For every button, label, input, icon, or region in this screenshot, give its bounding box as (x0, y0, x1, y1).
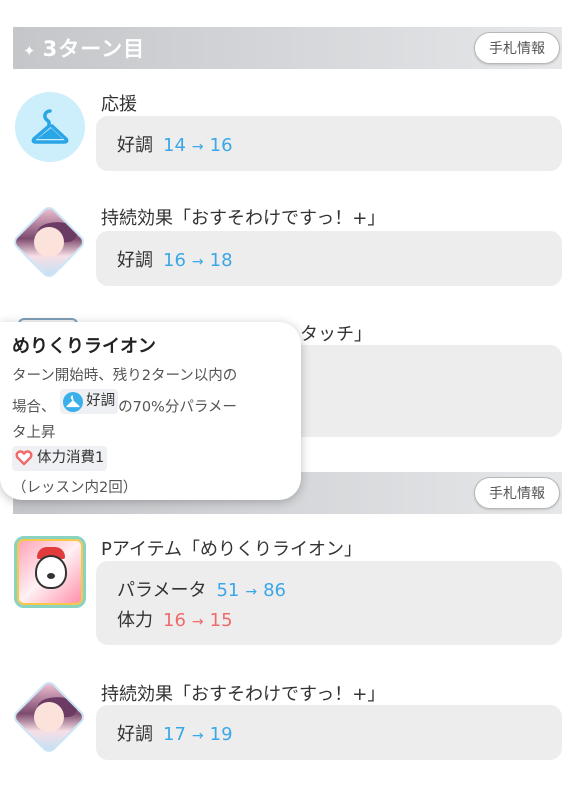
stat-line: パラメータ 51 → 86 (117, 576, 286, 602)
tooltip-line: 体力消費1 (12, 445, 289, 477)
stat-to: 16 (209, 135, 233, 156)
status-chip: 好調 (60, 389, 119, 414)
idol-portrait-icon (10, 678, 88, 756)
arrow-icon: → (245, 584, 258, 600)
stat-label: 好調 (117, 135, 153, 156)
hand-info-button[interactable]: 手札情報 (474, 477, 560, 509)
entry-box: 好調 17 → 19 (96, 705, 562, 760)
stat-from: 17 (163, 724, 186, 745)
turn-header-3: ✦ 3ターン目 手札情報 (13, 27, 562, 69)
turn-title-text: 3ターン目 (42, 37, 146, 61)
spark-icon: ✦ (23, 42, 37, 60)
cost-label: 体力消費1 (37, 449, 105, 466)
stat-to: 19 (209, 724, 233, 745)
stat-line: 体力 16 → 15 (117, 606, 233, 632)
item-tooltip: めりくりライオン ターン開始時、残り2ターン以内の 場合、 好調 の70%分パラ… (0, 322, 301, 500)
tooltip-line: ターン開始時、残り2ターン以内の (12, 368, 238, 384)
turn-title: ✦ 3ターン目 (23, 33, 145, 63)
stat-to: 86 (263, 580, 287, 601)
hand-info-button[interactable]: 手札情報 (474, 32, 560, 64)
stat-from: 51 (216, 580, 240, 601)
tooltip-body: ターン開始時、残り2ターン以内の 場合、 好調 の70%分パラメー タ上昇 体力… (12, 364, 289, 501)
stat-from: 16 (163, 250, 186, 271)
stat-to: 15 (209, 610, 233, 631)
tooltip-line: 場合、 好調 の70%分パラメー (12, 389, 289, 421)
tooltip-line: （レッスン内2回） (12, 480, 138, 496)
stat-line: 好調 16 → 18 (117, 246, 233, 272)
entry-title: 持続効果「おすそわけですっ！+」 (101, 684, 386, 705)
heart-icon (15, 450, 33, 466)
idol-portrait-icon (10, 203, 88, 281)
tooltip-text: の70%分パラメー (118, 399, 237, 416)
arrow-icon: → (191, 139, 204, 155)
stat-label: 好調 (117, 724, 153, 745)
entry-title: タッチ」 (300, 324, 372, 345)
lion-item-icon (14, 536, 86, 608)
stat-to: 18 (209, 250, 233, 271)
hanger-icon (15, 92, 85, 162)
tooltip-title: めりくりライオン (12, 336, 156, 357)
entry-title: 応援 (101, 94, 137, 115)
tooltip-line: タ上昇 (12, 424, 56, 441)
entry-title: Pアイテム「めりくりライオン」 (101, 539, 363, 560)
entry-box: 好調 14 → 16 (96, 116, 562, 171)
stat-from: 14 (163, 135, 186, 156)
entry-box: パラメータ 51 → 86 体力 16 → 15 (96, 561, 562, 645)
stat-line: 好調 14 → 16 (117, 131, 233, 157)
stat-label: 体力 (117, 610, 153, 631)
arrow-icon: → (191, 254, 204, 270)
stat-label: パラメータ (117, 580, 207, 601)
entry-title: 持続効果「おすそわけですっ！+」 (101, 208, 386, 229)
stat-line: 好調 17 → 19 (117, 720, 233, 746)
arrow-icon: → (191, 728, 204, 744)
tooltip-text: 場合、 (12, 399, 56, 416)
hanger-icon (63, 391, 84, 412)
cost-chip: 体力消費1 (12, 445, 108, 471)
arrow-icon: → (191, 614, 204, 630)
stat-from: 16 (163, 610, 186, 631)
stat-label: 好調 (117, 250, 153, 271)
entry-box: 好調 16 → 18 (96, 231, 562, 286)
chip-label: 好調 (86, 393, 116, 409)
